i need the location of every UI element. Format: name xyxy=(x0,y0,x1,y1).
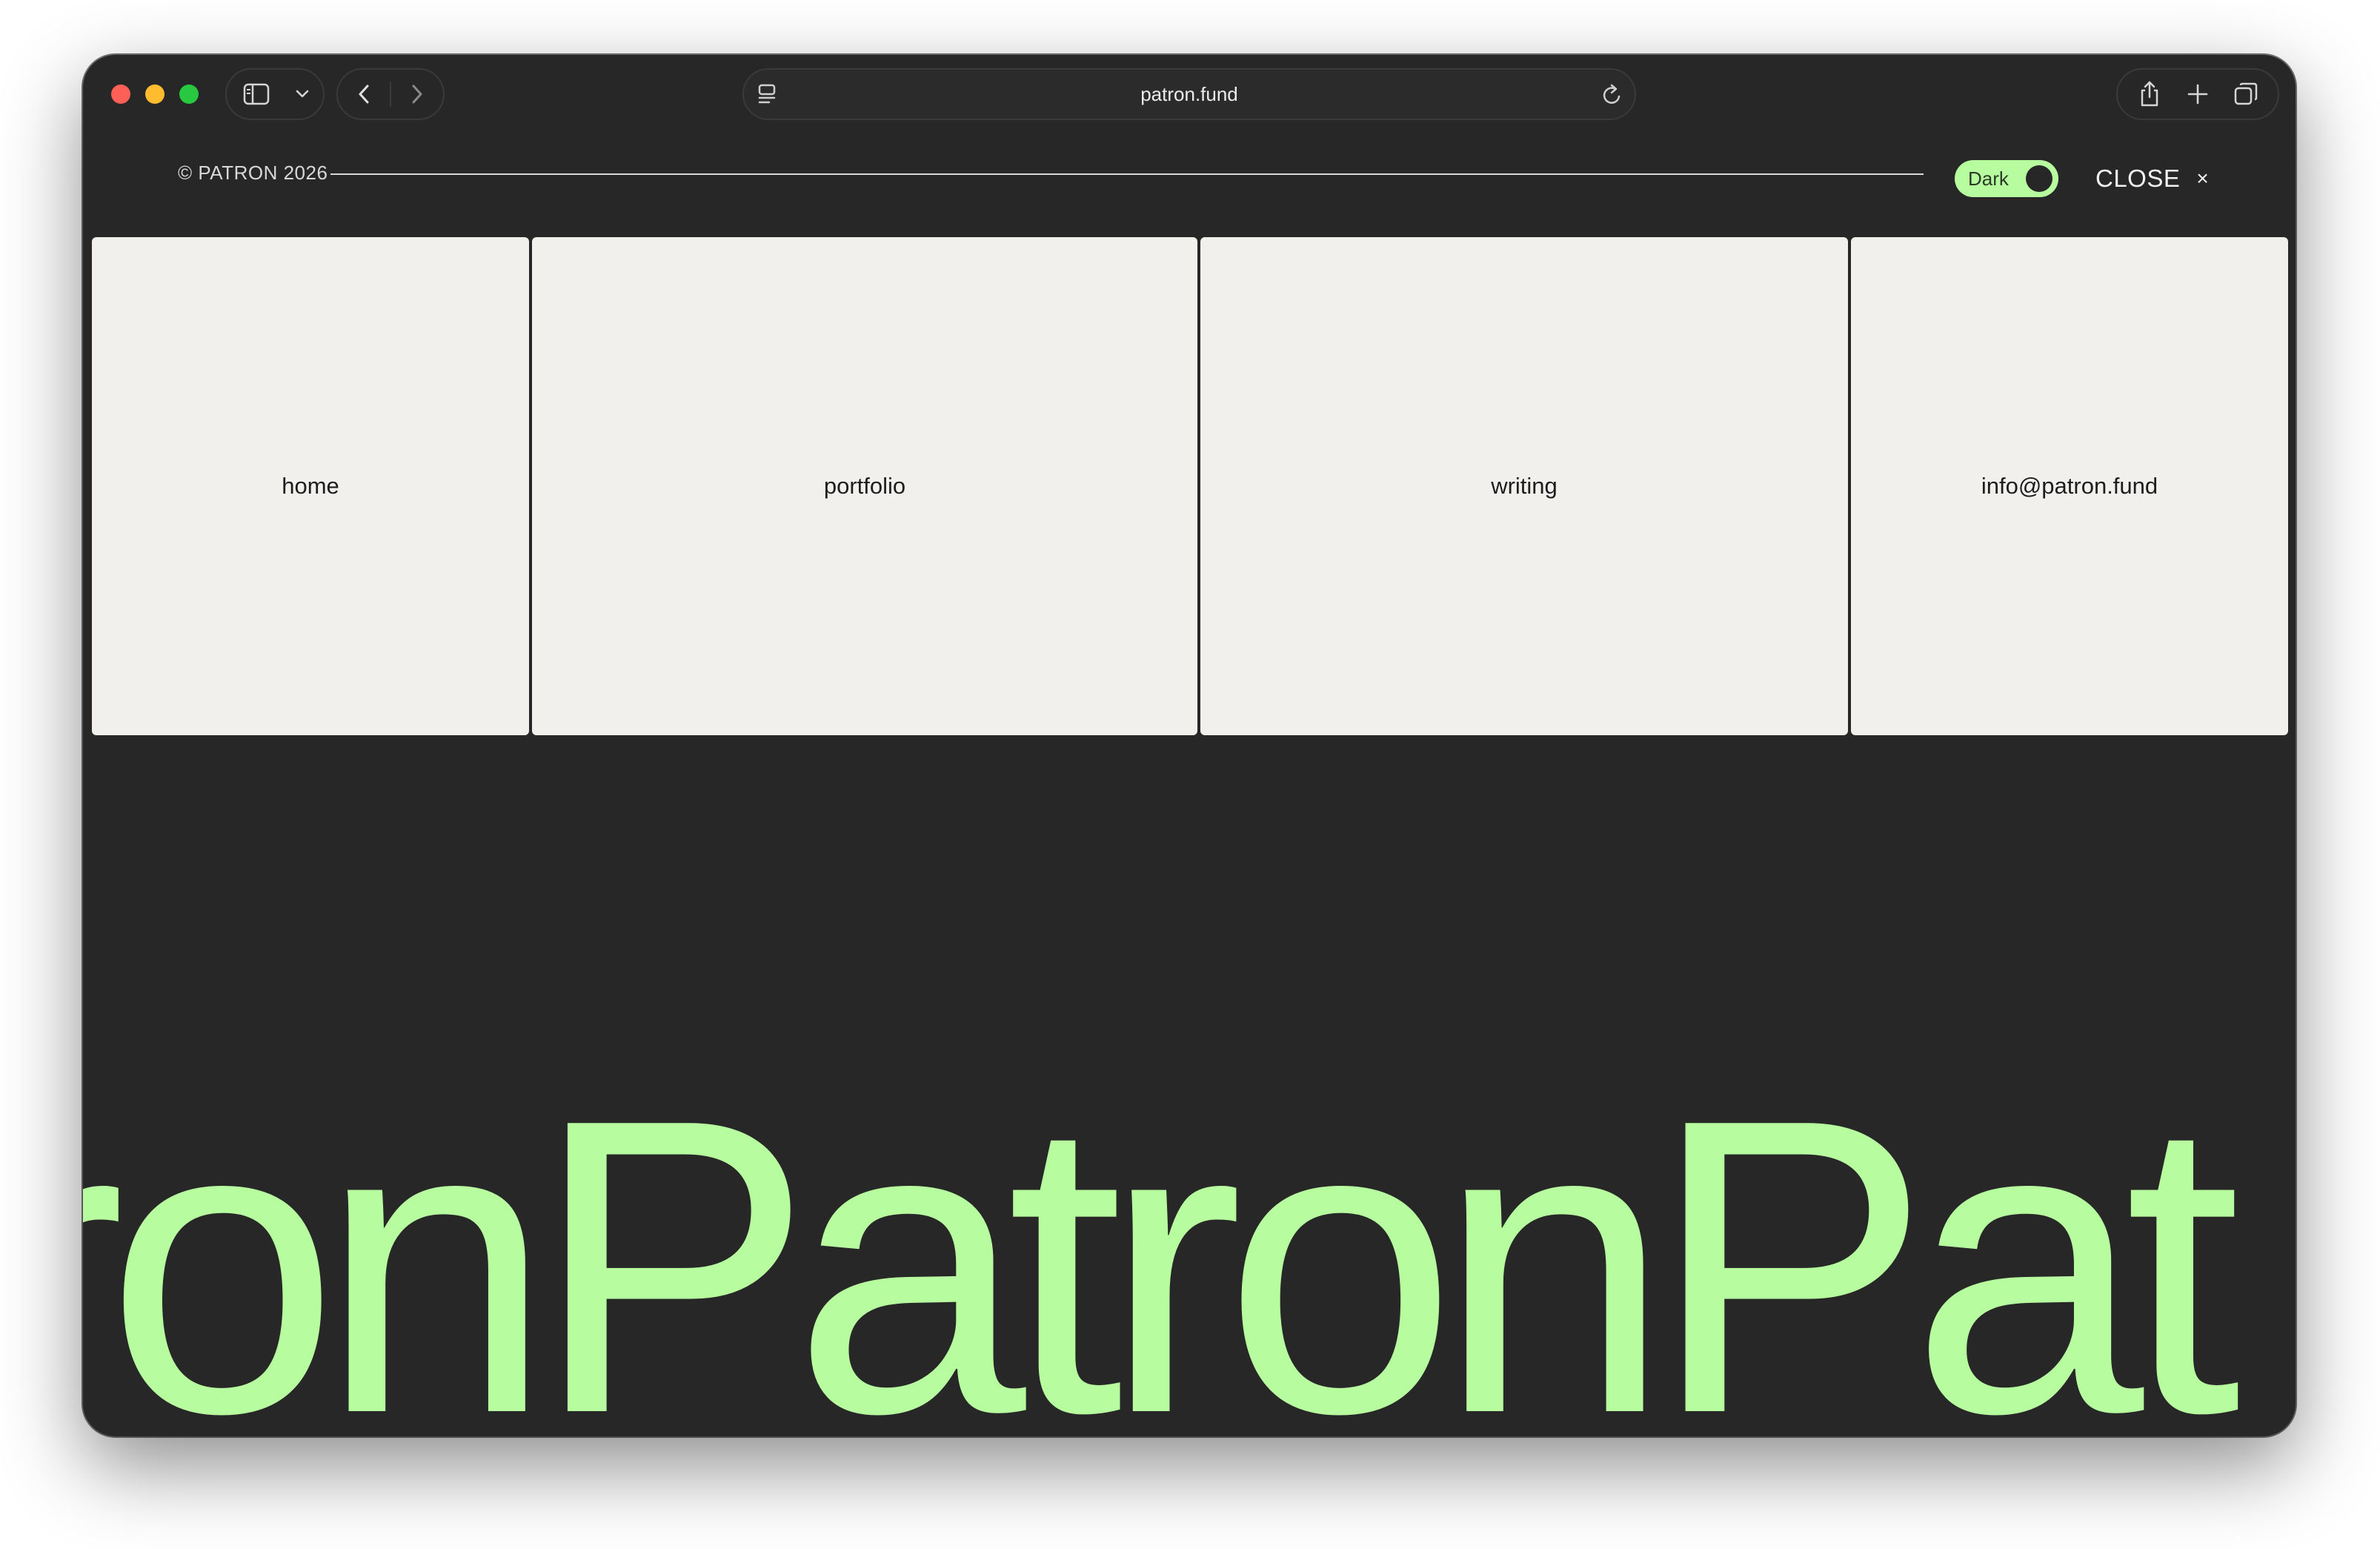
chevron-down-icon xyxy=(296,90,309,98)
close-menu-button[interactable]: CLOSE × xyxy=(2095,160,2209,197)
new-tab-button[interactable] xyxy=(2175,70,2220,119)
wordmark-text: tronPatronPat xyxy=(83,1078,2241,1436)
dark-mode-toggle[interactable]: Dark xyxy=(1955,160,2058,197)
sidebar-icon xyxy=(243,83,270,105)
sidebar-controls xyxy=(225,68,325,120)
chevron-left-icon xyxy=(359,84,369,104)
nav-card-label: writing xyxy=(1491,473,1558,499)
nav-card-label: portfolio xyxy=(823,473,906,499)
share-icon xyxy=(2141,81,2158,107)
close-icon: × xyxy=(2196,167,2209,190)
tabs-icon xyxy=(2235,82,2258,105)
window-actions xyxy=(2116,68,2279,120)
copyright-text: © PATRON 2026 xyxy=(178,162,328,184)
history-controls xyxy=(336,68,445,120)
nav-card-label: info@patron.fund xyxy=(1981,473,2158,499)
toggle-knob xyxy=(2026,165,2052,192)
plus-icon xyxy=(2187,84,2208,105)
chevron-right-icon xyxy=(412,84,422,104)
browser-toolbar: patron.fund xyxy=(83,55,2296,132)
reload-icon[interactable] xyxy=(1600,82,1624,107)
browser-window: patron.fund © PATRON 2026 Dark CLOSE × h… xyxy=(83,55,2296,1436)
share-button[interactable] xyxy=(2127,70,2172,119)
tab-overview-button[interactable] xyxy=(2224,70,2268,119)
dark-mode-label: Dark xyxy=(1968,167,2009,190)
close-label: CLOSE xyxy=(2095,165,2181,192)
site-header: © PATRON 2026 Dark CLOSE × xyxy=(83,132,2296,236)
nav-card-contact-email[interactable]: info@patron.fund xyxy=(1851,237,2288,735)
nav-card-portfolio[interactable]: portfolio xyxy=(532,237,1197,735)
nav-card-home[interactable]: home xyxy=(92,237,529,735)
tab-group-menu-button[interactable] xyxy=(286,70,319,119)
minimize-window-button[interactable] xyxy=(145,84,164,104)
nav-card-writing[interactable]: writing xyxy=(1200,237,1848,735)
url-text: patron.fund xyxy=(1140,82,1238,105)
back-button[interactable] xyxy=(338,70,390,119)
forward-button[interactable] xyxy=(391,70,443,119)
wordmark-marquee: tronPatronPat xyxy=(83,1078,2296,1436)
header-divider xyxy=(330,173,1924,175)
nav-card-label: home xyxy=(282,473,339,499)
address-bar[interactable]: patron.fund xyxy=(742,68,1636,120)
close-window-button[interactable] xyxy=(111,84,130,104)
zoom-window-button[interactable] xyxy=(179,84,199,104)
sidebar-toggle-button[interactable] xyxy=(227,70,286,119)
